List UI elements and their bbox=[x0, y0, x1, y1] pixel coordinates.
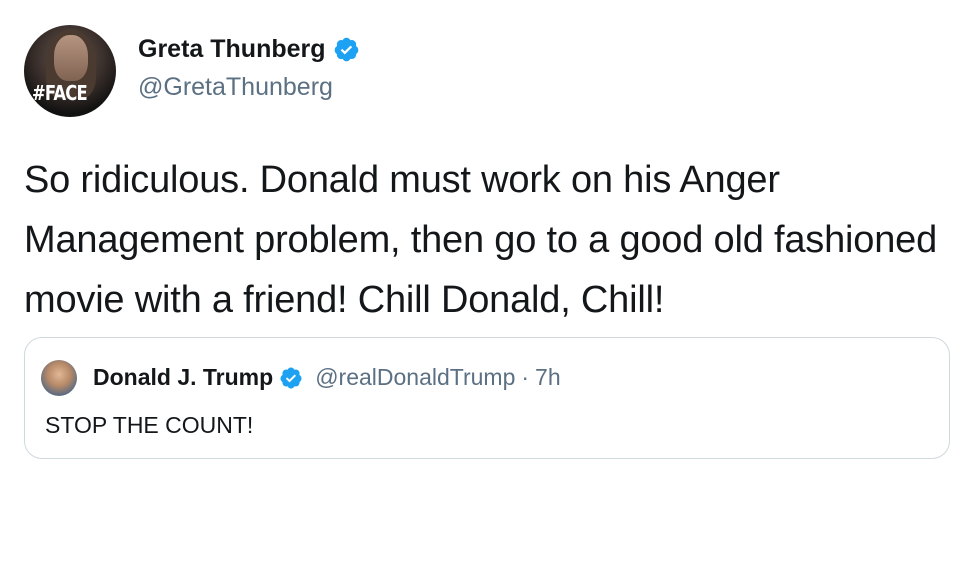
quoted-tweet-time[interactable]: 7h bbox=[535, 364, 561, 391]
verified-badge-icon bbox=[334, 37, 358, 62]
quoted-author-name[interactable]: Donald J. Trump bbox=[93, 364, 273, 391]
avatar-face bbox=[54, 35, 88, 81]
tweet[interactable]: #FACE Greta Thunberg @GretaThunberg So r… bbox=[0, 0, 970, 564]
tweet-text: So ridiculous. Donald must work on his A… bbox=[24, 159, 938, 321]
quoted-tweet-text: STOP THE COUNT! bbox=[45, 412, 254, 438]
quoted-author-avatar[interactable] bbox=[41, 360, 77, 396]
avatar-overlay-text: #FACE bbox=[32, 81, 88, 105]
quoted-author-handle[interactable]: @realDonaldTrump bbox=[315, 364, 515, 391]
author-name[interactable]: Greta Thunberg bbox=[138, 35, 326, 64]
separator-dot: · bbox=[521, 364, 530, 390]
author-avatar[interactable]: #FACE bbox=[24, 25, 116, 117]
quoted-tweet-header: Donald J. Trump @realDonaldTrump · 7h bbox=[93, 364, 561, 391]
author-handle[interactable]: @GretaThunberg bbox=[138, 73, 333, 102]
author-name-row: Greta Thunberg bbox=[138, 35, 360, 64]
verified-badge-icon bbox=[280, 367, 302, 388]
quoted-tweet[interactable]: Donald J. Trump @realDonaldTrump · 7h ST… bbox=[24, 337, 950, 459]
